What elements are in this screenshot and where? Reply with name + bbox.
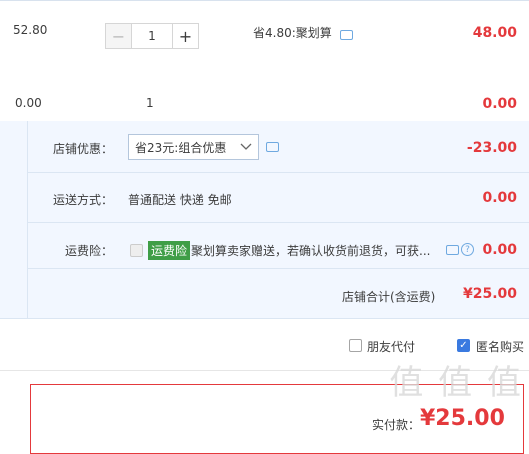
row2-price: 0.00 [15,96,42,110]
divider [27,222,529,223]
chat-icon[interactable] [446,245,459,255]
watermark: 值 值 值 [389,363,523,403]
pay-amount: ¥25.00 [420,406,505,431]
item-subtotal: 48.00 [472,25,517,41]
insurance-label: 运费险： [65,244,114,258]
shop-promo-label: 店铺优惠： [53,142,114,156]
shop-promo-amount: -23.00 [466,140,517,156]
shipping-value: 普通配送 快递 免邮 [128,193,232,207]
unit-price: 52.80 [13,23,48,37]
chat-icon[interactable] [340,30,353,40]
anonymous-checkbox[interactable]: ✓ [457,339,470,352]
row2-quantity: 1 [146,96,154,110]
chat-icon[interactable] [266,142,279,152]
shop-promo-selected: 省23元:组合优惠 [135,140,227,155]
friend-pay-checkbox[interactable] [349,339,362,352]
divider [27,172,529,173]
insurance-badge: 运费险 [148,241,191,260]
shop-total-label: 店铺合计(含运费) [342,290,436,304]
insurance-checkbox[interactable] [130,244,143,257]
increase-button[interactable]: + [172,23,199,49]
help-icon[interactable]: ? [461,243,474,256]
divider [27,268,529,269]
divider [0,318,529,319]
pay-label: 实付款： [372,418,421,432]
decrease-button[interactable]: − [105,23,132,49]
order-item-row [0,0,529,122]
insurance-text: 聚划算卖家赠送，若确认收货前退货，可获... [191,244,431,258]
shop-promo-select[interactable]: 省23元:组合优惠 [128,134,259,160]
anonymous-label: 匿名购买 [476,340,525,354]
discount-note: 省4.80:聚划算 [253,26,332,40]
chevron-down-icon [240,143,252,150]
shop-total-amount: ¥25.00 [462,286,517,302]
insurance-amount: 0.00 [482,242,517,258]
shipping-label: 运送方式： [53,193,114,207]
friend-pay-label: 朋友代付 [367,340,416,354]
row2-subtotal: 0.00 [482,96,517,112]
shipping-amount: 0.00 [482,190,517,206]
quantity-field[interactable]: 1 [132,23,172,49]
quantity-stepper[interactable]: − 1 + [105,23,199,49]
